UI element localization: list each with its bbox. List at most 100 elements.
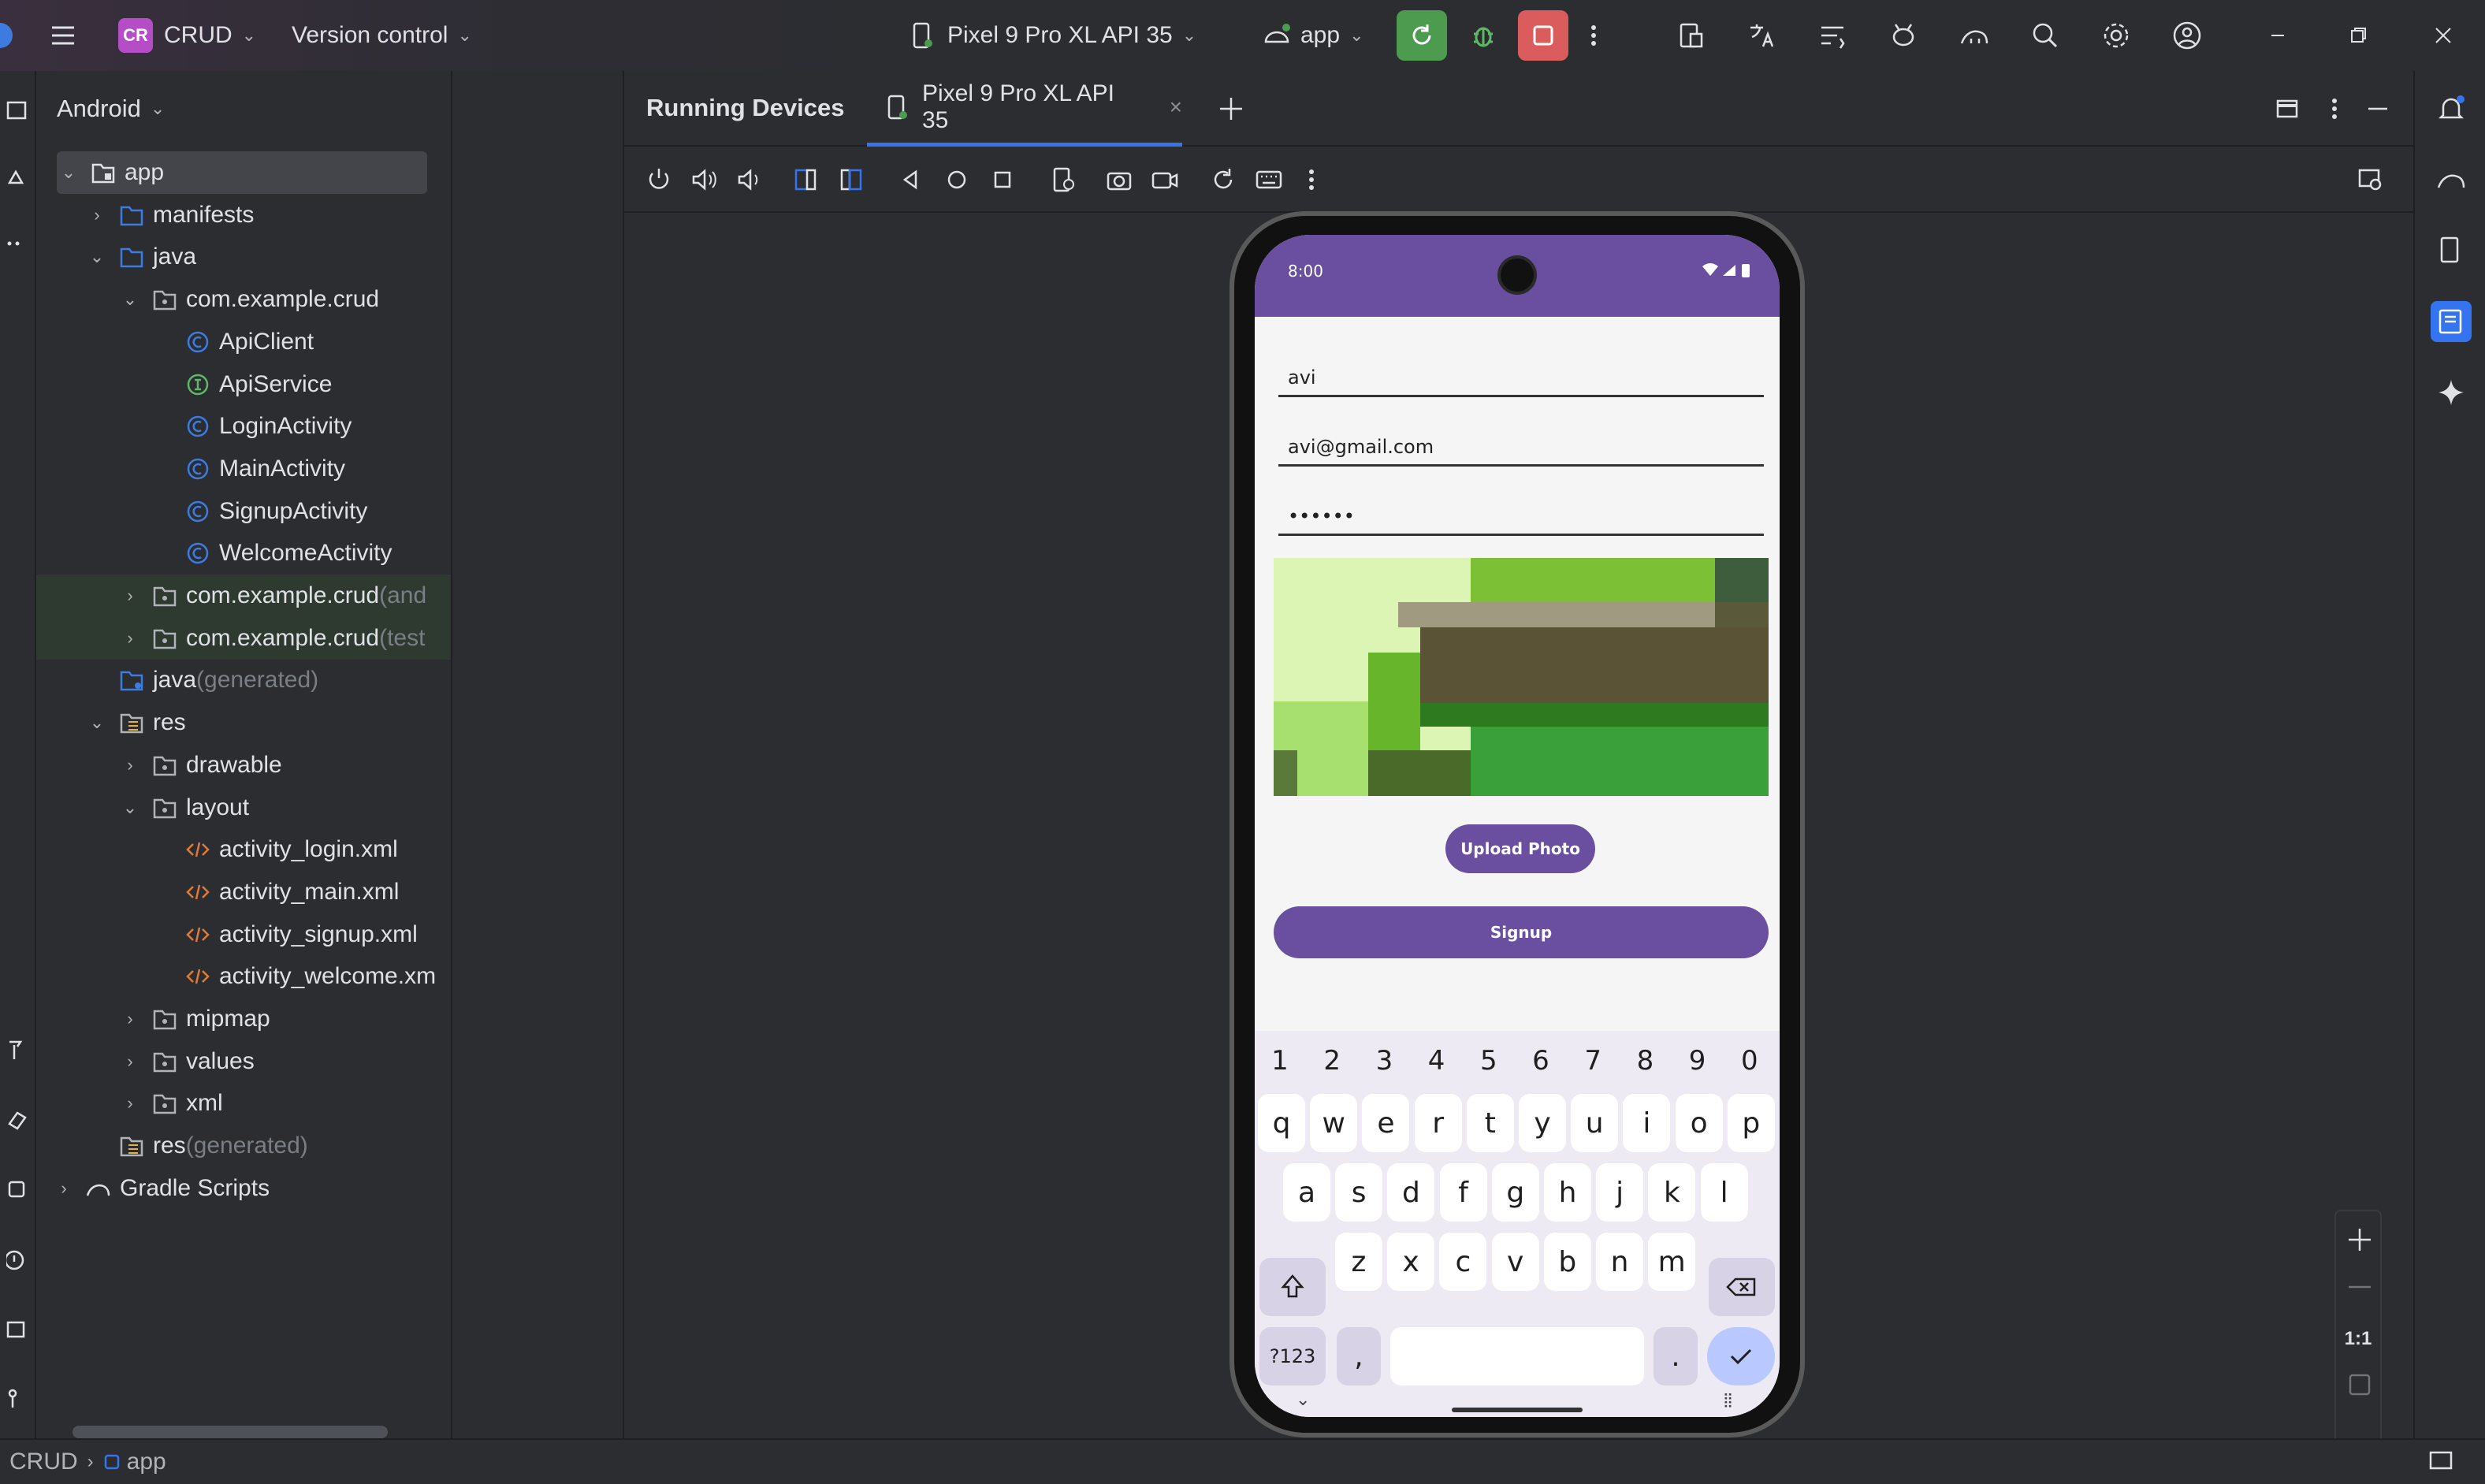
breadcrumb-module[interactable]: app [127, 1449, 166, 1475]
key-3[interactable]: 3 [1362, 1037, 1406, 1084]
key-0[interactable]: 0 [1728, 1037, 1772, 1084]
email-input[interactable]: avi@gmail.com [1278, 419, 1764, 467]
rotate-right-button[interactable] [835, 164, 867, 195]
close-window-button[interactable] [2427, 0, 2459, 71]
vcs-tool-button[interactable] [0, 1102, 36, 1138]
key-b[interactable]: b [1543, 1233, 1591, 1291]
gesture-nav-bar[interactable] [1452, 1408, 1583, 1412]
home-button[interactable] [941, 164, 973, 195]
sort-button[interactable] [1817, 0, 1848, 71]
tree-item[interactable]: LoginActivity [36, 405, 451, 448]
hide-panel-button[interactable] [2362, 93, 2394, 128]
run-config-selector[interactable]: app ⌄ [1261, 0, 1364, 71]
backspace-key[interactable] [1709, 1258, 1775, 1316]
resource-manager-button[interactable] [0, 158, 36, 194]
key-v[interactable]: v [1491, 1233, 1539, 1291]
key-a[interactable]: a [1283, 1163, 1330, 1222]
chevron-right-icon[interactable]: › [118, 628, 142, 649]
gemini-tool-button[interactable] [2431, 372, 2472, 413]
logcat-tool-button[interactable] [0, 1171, 36, 1207]
gradle-tool-button[interactable] [2431, 159, 2472, 200]
key-4[interactable]: 4 [1415, 1037, 1459, 1084]
upload-photo-button[interactable]: Upload Photo [1445, 824, 1595, 873]
tree-item[interactable]: activity_welcome.xm [36, 955, 451, 998]
device-manager-tool-button[interactable] [2431, 230, 2472, 271]
gradle-button[interactable] [1959, 0, 1990, 71]
reset-button[interactable] [1207, 164, 1239, 195]
comma-key[interactable]: , [1337, 1327, 1381, 1385]
key-2[interactable]: 2 [1310, 1037, 1354, 1084]
toolbar-more-button[interactable] [1296, 164, 1327, 195]
chevron-right-icon[interactable]: › [52, 1178, 76, 1199]
signup-button[interactable]: Signup [1274, 906, 1769, 958]
chevron-right-icon[interactable]: › [118, 755, 142, 775]
hide-keyboard-icon[interactable]: ⌄ [1296, 1390, 1310, 1410]
terminal-tool-button[interactable] [0, 1311, 36, 1348]
space-key[interactable] [1390, 1327, 1644, 1385]
tree-item[interactable]: activity_main.xml [36, 871, 451, 913]
key-7[interactable]: 7 [1571, 1037, 1615, 1084]
zoom-out-button[interactable] [2344, 1271, 2375, 1307]
tree-item[interactable]: › Gradle Scripts [36, 1167, 451, 1210]
device-selector[interactable]: Pixel 9 Pro XL API 35 ⌄ [906, 0, 1196, 71]
chevron-right-icon[interactable]: › [118, 586, 142, 606]
sync-button[interactable] [1888, 0, 1919, 71]
key-9[interactable]: 9 [1676, 1037, 1720, 1084]
key-t[interactable]: t [1466, 1094, 1514, 1152]
more-actions-button[interactable] [1578, 0, 1609, 71]
tree-item[interactable]: ⌄ app [36, 151, 451, 194]
project-tool-button[interactable] [0, 91, 36, 128]
name-input[interactable]: avi [1278, 350, 1764, 397]
device-settings-button[interactable] [1048, 164, 1080, 195]
tree-item[interactable]: MainActivity [36, 448, 451, 490]
screen-record-button[interactable] [1149, 164, 1181, 195]
key-6[interactable]: 6 [1519, 1037, 1563, 1084]
vcs-selector[interactable]: Version control ⌄ [292, 0, 472, 71]
chevron-down-icon[interactable]: ⌄ [118, 289, 142, 310]
chevron-down-icon[interactable]: ⌄ [118, 798, 142, 818]
key-1[interactable]: 1 [1258, 1037, 1302, 1084]
rerun-button[interactable] [1397, 0, 1447, 71]
keyboard-switch-icon[interactable]: ⣿ [1723, 1392, 1733, 1408]
panel-options-button[interactable] [2319, 93, 2350, 128]
running-devices-tool-button[interactable] [2431, 301, 2472, 342]
notifications-button[interactable] [2431, 88, 2472, 129]
layout-button[interactable] [2271, 93, 2303, 128]
translate-button[interactable] [1746, 0, 1777, 71]
key-e[interactable]: e [1362, 1094, 1410, 1152]
search-button[interactable] [2029, 0, 2061, 71]
zoom-actual-size-button[interactable]: 1:1 [2336, 1328, 2380, 1350]
zoom-fit-button[interactable] [2344, 1369, 2375, 1404]
close-tab-icon[interactable]: × [1170, 95, 1182, 120]
chevron-right-icon[interactable]: › [85, 205, 109, 225]
project-selector[interactable]: CR CRUD ⌄ [118, 0, 256, 71]
key-o[interactable]: o [1675, 1094, 1723, 1152]
key-q[interactable]: q [1258, 1094, 1305, 1152]
chevron-right-icon[interactable]: › [118, 1093, 142, 1114]
more-tools-button[interactable] [0, 225, 36, 262]
chevron-down-icon[interactable]: ⌄ [85, 247, 109, 267]
key-l[interactable]: l [1700, 1163, 1748, 1222]
key-j[interactable]: j [1596, 1163, 1644, 1222]
key-d[interactable]: d [1387, 1163, 1435, 1222]
device-mirror-button[interactable] [2355, 164, 2386, 195]
chevron-right-icon[interactable]: › [118, 1051, 142, 1072]
device-manager-button[interactable] [1675, 0, 1706, 71]
tree-item[interactable]: ⌄ res [36, 701, 451, 744]
tree-item[interactable]: ⌄ java [36, 236, 451, 278]
horizontal-scrollbar[interactable] [73, 1426, 388, 1438]
key-8[interactable]: 8 [1623, 1037, 1667, 1084]
tree-item[interactable]: java (generated) [36, 659, 451, 701]
key-h[interactable]: h [1544, 1163, 1591, 1222]
password-input[interactable]: •••••• [1278, 489, 1764, 536]
chevron-down-icon[interactable]: ⌄ [57, 162, 80, 183]
message-icon[interactable] [2427, 1448, 2456, 1476]
add-tab-button[interactable] [1215, 93, 1247, 128]
git-tool-button[interactable] [0, 1381, 36, 1417]
key-n[interactable]: n [1596, 1233, 1643, 1291]
tree-item[interactable]: › mipmap [36, 998, 451, 1040]
chevron-right-icon[interactable]: › [118, 1009, 142, 1029]
main-menu-button[interactable] [47, 0, 79, 71]
settings-button[interactable] [2100, 0, 2132, 71]
tree-item[interactable]: › com.example.crud (and [36, 575, 451, 617]
